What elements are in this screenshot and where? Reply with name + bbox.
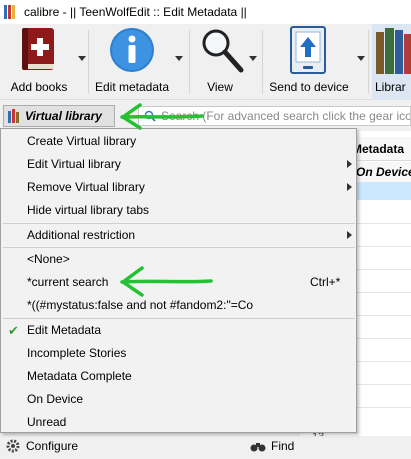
view-dropdown-arrow[interactable] — [249, 56, 257, 61]
toolbar-separator — [88, 30, 89, 94]
find-label: Find — [271, 439, 295, 453]
menu-item-current-search[interactable]: *current search Ctrl+* — [1, 271, 356, 294]
menu-item-label: Hide virtual library tabs — [27, 203, 150, 217]
menu-item-hide-virtual-library-tabs[interactable]: Hide virtual library tabs — [1, 199, 356, 222]
window-title: calibre - || TeenWolfEdit :: Edit Metada… — [24, 5, 247, 19]
toolbar-separator — [368, 30, 369, 94]
search-placeholder: Search (For advanced search click the ge… — [161, 109, 411, 123]
view-label: View — [207, 80, 233, 94]
menu-item-label: *current search — [27, 275, 109, 289]
configure-button[interactable]: Configure — [6, 439, 78, 453]
calibre-app-icon — [4, 5, 18, 19]
edit-metadata-button[interactable]: Edit metadata — [90, 24, 174, 100]
virtual-library-label: Virtual library — [25, 109, 102, 123]
menu-item-label: Remove Virtual library — [27, 180, 145, 194]
view-button[interactable]: View — [192, 24, 248, 100]
menu-item-label: Unread — [27, 415, 67, 429]
menu-item-edit-metadata[interactable]: ✔ Edit Metadata — [1, 319, 356, 342]
add-books-dropdown-arrow[interactable] — [78, 56, 86, 61]
menu-item-edit-virtual-library[interactable]: Edit Virtual library — [1, 153, 356, 176]
info-icon — [110, 28, 154, 72]
magnifier-icon — [202, 29, 244, 73]
search-input[interactable]: Search (For advanced search click the ge… — [138, 106, 411, 126]
toolbar-separator — [262, 30, 263, 94]
menu-item-label: Edit Virtual library — [27, 157, 121, 171]
virtual-library-menu: Create Virtual library Edit Virtual libr… — [0, 128, 357, 433]
menu-item-label: Metadata Complete — [27, 369, 132, 383]
search-icon — [144, 110, 156, 122]
send-to-device-icon — [290, 26, 326, 74]
menu-item-label: Edit Metadata — [27, 323, 102, 337]
bottom-bar: Configure Find — [0, 436, 411, 459]
gear-icon — [6, 439, 20, 453]
menu-item-remove-virtual-library[interactable]: Remove Virtual library — [1, 176, 356, 199]
menu-item-label: Incomplete Stories — [27, 346, 127, 360]
add-books-label: Add books — [10, 80, 68, 94]
library-books-icon — [376, 28, 411, 74]
menu-item-metadata-complete[interactable]: Metadata Complete — [1, 365, 356, 388]
menu-item-shortcut: Ctrl+* — [310, 275, 341, 289]
menu-item-label: *((#mystatus:false and not #fandom2:"=Co — [27, 298, 254, 312]
toolbar-separator — [189, 30, 190, 94]
send-to-device-button[interactable]: Send to device — [264, 24, 354, 100]
configure-label: Configure — [26, 439, 79, 453]
binoculars-icon — [250, 443, 266, 452]
menu-item-label: Create Virtual library — [27, 134, 137, 148]
submenu-arrow-icon — [347, 183, 352, 191]
edit-metadata-dropdown-arrow[interactable] — [175, 56, 183, 61]
library-label: Librar — [375, 80, 406, 94]
checkmark-icon: ✔ — [8, 323, 19, 338]
menu-item-unread[interactable]: Unread — [1, 411, 356, 434]
books-icon — [8, 109, 19, 123]
search-row: Virtual library Search (For advanced sea… — [0, 101, 411, 131]
menu-item-saved-search[interactable]: *((#mystatus:false and not #fandom2:"=Co — [1, 294, 356, 317]
menu-item-label: On Device — [27, 392, 84, 406]
add-books-button[interactable]: Add books — [0, 24, 78, 100]
menu-item-label: <None> — [27, 252, 70, 266]
edit-metadata-label: Edit metadata — [94, 80, 170, 94]
menu-item-additional-restriction[interactable]: Additional restriction — [1, 224, 356, 247]
main-toolbar: Add books Edit metadata View Send to dev — [0, 24, 411, 100]
menu-item-none[interactable]: <None> — [1, 248, 356, 271]
submenu-arrow-icon — [347, 160, 352, 168]
menu-item-create-virtual-library[interactable]: Create Virtual library — [1, 130, 356, 153]
add-books-icon — [22, 28, 54, 70]
send-to-device-dropdown-arrow[interactable] — [357, 56, 365, 61]
find-button[interactable]: Find — [250, 439, 294, 453]
submenu-arrow-icon — [347, 231, 352, 239]
send-to-device-label: Send to device — [269, 80, 349, 94]
library-button[interactable]: Librar — [372, 24, 411, 100]
menu-item-on-device[interactable]: On Device — [1, 388, 356, 411]
title-bar: calibre - || TeenWolfEdit :: Edit Metada… — [0, 0, 411, 24]
virtual-library-button[interactable]: Virtual library — [3, 105, 115, 127]
menu-item-label: Additional restriction — [27, 228, 136, 242]
menu-item-incomplete-stories[interactable]: Incomplete Stories — [1, 342, 356, 365]
